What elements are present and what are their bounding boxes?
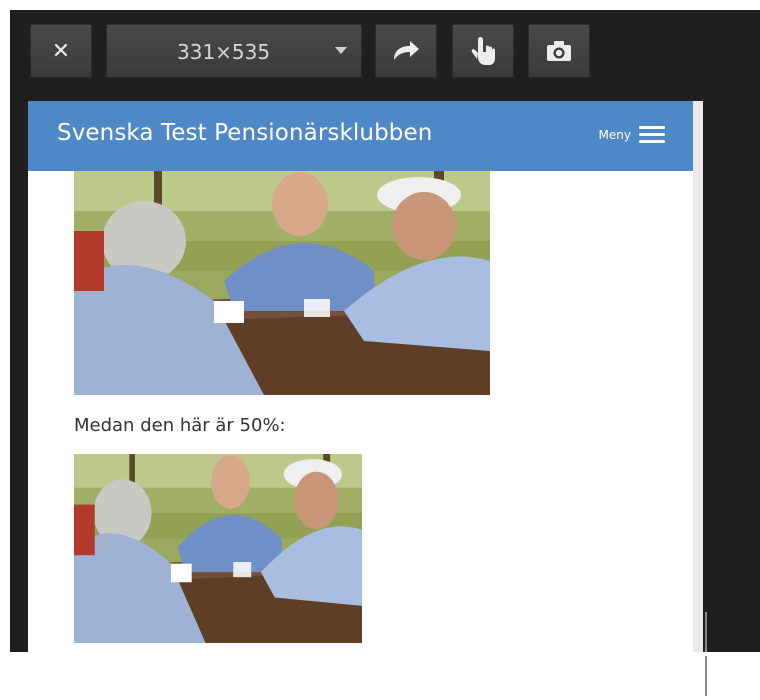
site-title[interactable]: Svenska Test Pensionärsklubben	[57, 120, 432, 146]
close-button[interactable]: ✕	[30, 24, 92, 78]
resize-handle[interactable]	[705, 612, 711, 696]
page-content: Medan den här är 50%:	[28, 171, 693, 652]
chevron-down-icon	[335, 47, 347, 54]
page-edge	[0, 0, 10, 652]
touch-icon	[471, 37, 495, 65]
rotate-icon	[394, 41, 419, 60]
viewport-size-label: 331×535	[177, 40, 271, 64]
menu-button[interactable]: Meny	[599, 126, 665, 144]
image-caption: Medan den här är 50%:	[74, 415, 286, 436]
camera-icon	[547, 41, 571, 61]
viewport-size-dropdown[interactable]: 331×535	[106, 24, 362, 78]
viewport-scroll-track	[693, 101, 703, 652]
device-viewport[interactable]: Svenska Test Pensionärsklubben Meny Meda…	[28, 101, 693, 652]
hamburger-icon	[639, 126, 665, 144]
seniors-playing-cards-photo	[74, 171, 490, 395]
screenshot-button[interactable]	[528, 24, 590, 78]
seniors-playing-cards-photo-50	[74, 454, 362, 643]
close-icon: ✕	[51, 38, 71, 64]
touch-emulation-button[interactable]	[452, 24, 514, 78]
rotate-button[interactable]	[375, 24, 437, 78]
menu-label: Meny	[598, 128, 631, 142]
site-header: Svenska Test Pensionärsklubben Meny	[28, 101, 693, 171]
